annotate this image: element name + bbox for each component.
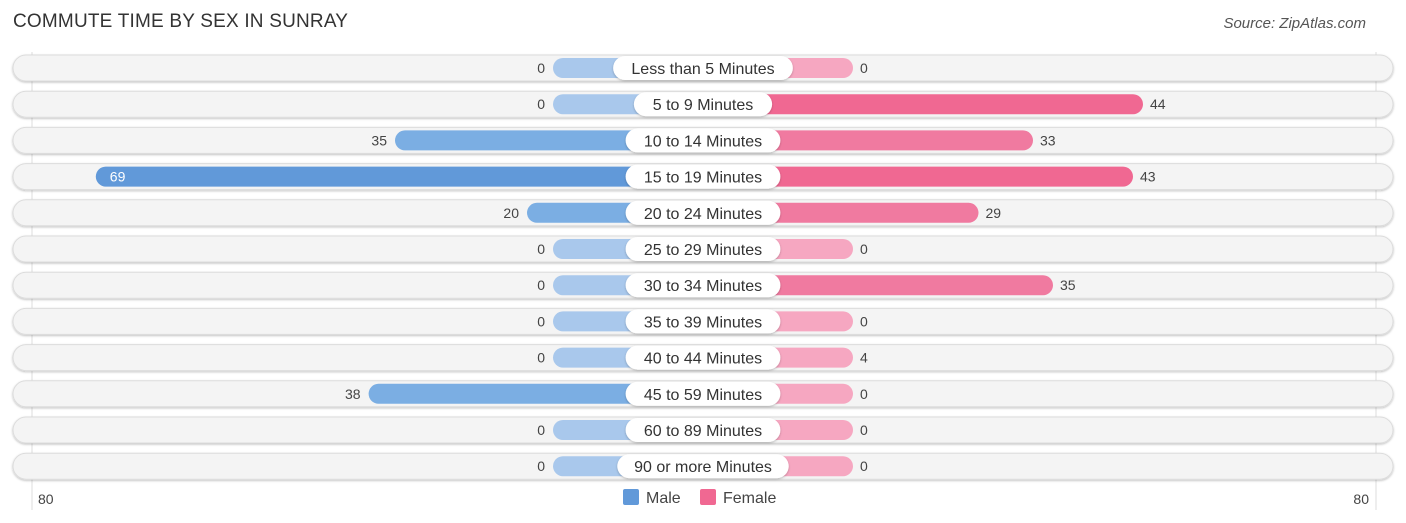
female-value-label: 0 — [860, 386, 868, 402]
chart: 0 0 Less than 5 Minutes 0 44 5 to 9 Minutes 35… — [12, 52, 1394, 510]
male-value-label: 69 — [110, 169, 126, 185]
category-label: 25 to 29 Minutes — [644, 242, 762, 259]
female-value-label: 29 — [986, 205, 1002, 221]
male-bar — [95, 166, 704, 187]
female-value-label: 0 — [860, 313, 868, 329]
legend-male-label: Male — [646, 490, 681, 507]
category-label: 15 to 19 Minutes — [644, 170, 762, 187]
category-label: 35 to 39 Minutes — [644, 314, 762, 331]
category-label: 30 to 34 Minutes — [644, 278, 762, 295]
legend-female-label: Female — [723, 490, 776, 507]
female-value-label: 33 — [1040, 132, 1056, 148]
male-value-label: 0 — [537, 241, 545, 257]
category-label: 20 to 24 Minutes — [644, 206, 762, 223]
male-value-label: 0 — [537, 96, 545, 112]
male-value-label: 20 — [503, 205, 519, 221]
category-label: Less than 5 Minutes — [631, 61, 774, 78]
axis-max-label: 80 — [1353, 491, 1369, 507]
female-value-label: 35 — [1060, 277, 1076, 293]
male-value-label: 0 — [537, 60, 545, 76]
female-value-label: 0 — [860, 60, 868, 76]
category-label: 60 to 89 Minutes — [644, 423, 762, 440]
category-label: 90 or more Minutes — [634, 459, 772, 476]
category-label: 10 to 14 Minutes — [644, 133, 762, 150]
category-label: 5 to 9 Minutes — [653, 97, 754, 114]
category-label: 45 to 59 Minutes — [644, 387, 762, 404]
male-value-label: 0 — [537, 422, 545, 438]
male-value-label: 38 — [345, 386, 361, 402]
male-value-label: 0 — [537, 313, 545, 329]
legend-male-swatch — [623, 489, 639, 505]
legend-female-swatch — [700, 489, 716, 505]
male-value-label: 0 — [537, 277, 545, 293]
male-value-label: 0 — [537, 350, 545, 366]
female-value-label: 0 — [860, 241, 868, 257]
female-value-label: 0 — [860, 422, 868, 438]
category-label: 40 to 44 Minutes — [644, 351, 762, 368]
female-value-label: 4 — [860, 350, 868, 366]
female-value-label: 0 — [860, 458, 868, 474]
female-value-label: 43 — [1140, 169, 1156, 185]
female-value-label: 44 — [1150, 96, 1166, 112]
male-value-label: 35 — [371, 132, 387, 148]
male-value-label: 0 — [537, 458, 545, 474]
axis-min-label: 80 — [38, 491, 54, 507]
